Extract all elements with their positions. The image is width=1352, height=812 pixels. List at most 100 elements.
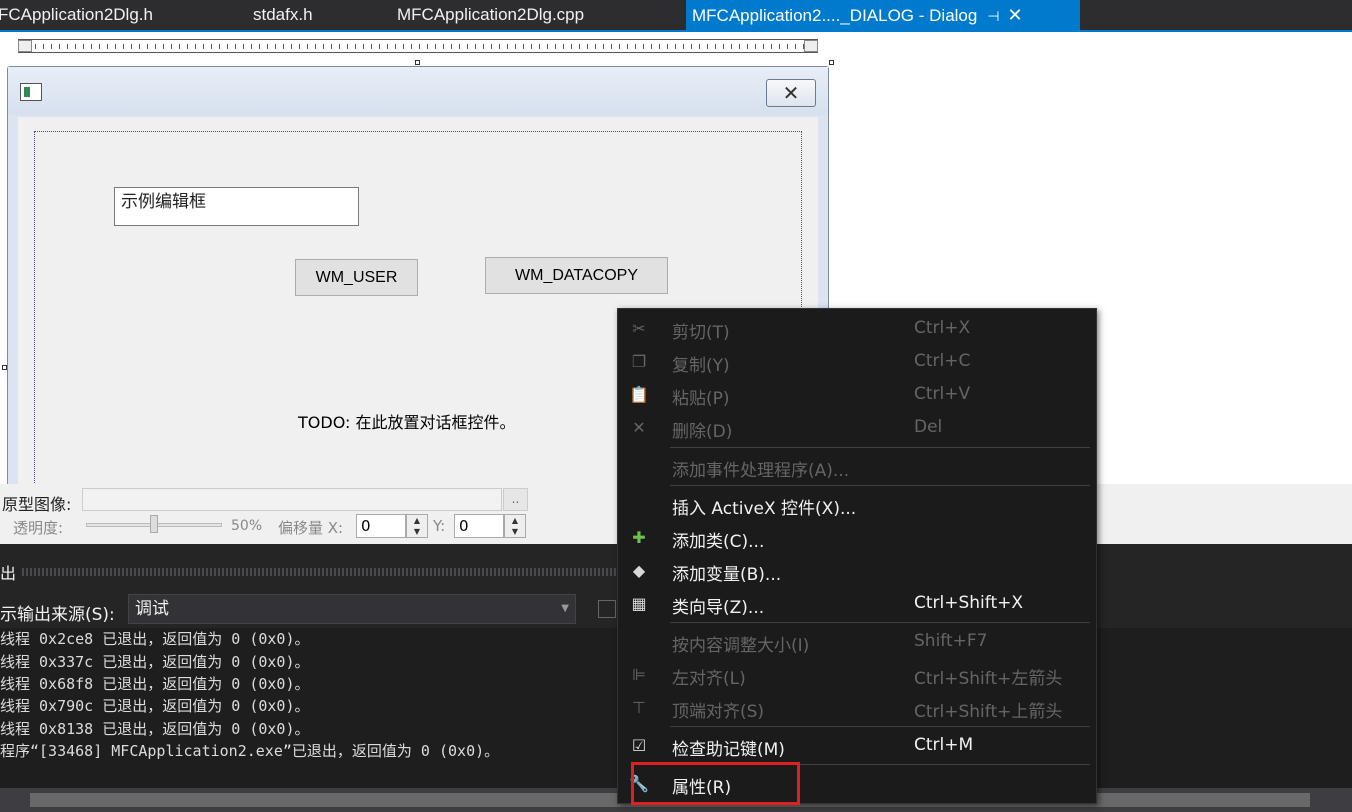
menu-item-size-to-content[interactable]: 按内容调整大小(I) Shift+F7 xyxy=(618,626,1096,656)
menu-separator xyxy=(670,622,1090,623)
opacity-slider-thumb[interactable] xyxy=(150,515,158,533)
menu-separator xyxy=(670,485,1090,486)
menu-item-add-variable[interactable]: ◆ 添加变量(B)... xyxy=(618,555,1096,585)
tab-dialog-resource[interactable]: MFCApplication2...._DIALOG - Dialog ⊣ ✕ xyxy=(686,0,1080,30)
output-line: 线程 0x2ce8 已退出，返回值为 0 (0x0)。 xyxy=(0,630,310,648)
spin-down-icon[interactable]: ▼ xyxy=(505,526,525,537)
menu-item-paste[interactable]: 📋 粘贴(P) Ctrl+V xyxy=(618,379,1096,409)
close-icon[interactable]: ✕ xyxy=(1008,0,1023,30)
menu-item-check-mnemonics[interactable]: ☑ 检查助记键(M) Ctrl+M xyxy=(618,730,1096,760)
pin-icon[interactable]: ⊣ xyxy=(987,1,999,31)
offset-x-spinner[interactable]: ▲ ▼ xyxy=(406,514,428,538)
tab-label: MFCApplication2...._DIALOG - Dialog xyxy=(692,6,978,25)
menu-item-label: 顶端对齐(S) xyxy=(672,702,765,722)
paste-icon: 📋 xyxy=(629,385,649,404)
prototype-image-label: 原型图像: xyxy=(2,495,72,514)
spin-up-icon[interactable]: ▲ xyxy=(407,515,427,526)
menu-item-shortcut: Del xyxy=(914,417,943,437)
menu-item-label: 插入 ActiveX 控件(X)... xyxy=(672,499,857,519)
properties-highlight-box xyxy=(631,762,800,805)
menu-item-shortcut: Ctrl+Shift+上箭头 xyxy=(914,702,1063,722)
dialog-titlebar: ✕ xyxy=(8,67,828,115)
menu-item-label: 类向导(Z)... xyxy=(672,598,765,618)
menu-item-label: 粘贴(P) xyxy=(672,389,730,409)
menu-item-label: 检查助记键(M) xyxy=(672,740,785,760)
opacity-value: 50% xyxy=(231,518,263,534)
delete-icon: ✕ xyxy=(632,418,646,437)
offset-x-input[interactable]: 0 xyxy=(356,514,406,538)
menu-item-align-top[interactable]: ⊤ 顶端对齐(S) Ctrl+Shift+上箭头 xyxy=(618,692,1096,722)
resize-handle-top[interactable] xyxy=(415,60,420,65)
menu-item-class-wizard[interactable]: ▦ 类向导(Z)... Ctrl+Shift+X xyxy=(618,588,1096,618)
menu-item-add-class[interactable]: ✚ 添加类(C)... xyxy=(618,522,1096,552)
copy-icon: ❐ xyxy=(631,352,647,371)
menu-item-align-left[interactable]: ⊫ 左对齐(L) Ctrl+Shift+左箭头 xyxy=(618,659,1096,689)
tab-label: FCApplication2Dlg.h xyxy=(0,5,153,24)
menu-item-copy[interactable]: ❐ 复制(Y) Ctrl+C xyxy=(618,346,1096,376)
menu-item-shortcut: Ctrl+C xyxy=(914,351,971,371)
menu-item-shortcut: Ctrl+Shift+左箭头 xyxy=(914,669,1063,689)
menu-separator xyxy=(670,726,1090,727)
menu-item-shortcut: Ctrl+M xyxy=(914,735,974,755)
window-icon xyxy=(20,83,42,101)
spin-down-icon[interactable]: ▼ xyxy=(407,526,427,537)
output-line: 线程 0x337c 已退出，返回值为 0 (0x0)。 xyxy=(0,653,310,671)
menu-item-insert-activex[interactable]: 插入 ActiveX 控件(X)... xyxy=(618,489,1096,519)
find-message-icon[interactable] xyxy=(598,600,616,618)
prototype-image-path-field[interactable] xyxy=(82,488,502,511)
spin-up-icon[interactable]: ▲ xyxy=(505,515,525,526)
todo-static-text[interactable]: TODO: 在此放置对话框控件。 xyxy=(298,409,515,433)
menu-item-label: 复制(Y) xyxy=(672,356,730,376)
context-menu: ✂ 剪切(T) Ctrl+X ❐ 复制(Y) Ctrl+C 📋 粘贴(P) Ct… xyxy=(617,308,1097,804)
chevron-down-icon: ▼ xyxy=(561,603,569,614)
wm-user-button[interactable]: WM_USER xyxy=(295,259,418,296)
tab-dlg-cpp[interactable]: MFCApplication2Dlg.cpp xyxy=(397,0,584,30)
output-source-select[interactable]: 调试 ▼ xyxy=(128,594,576,624)
menu-item-label: 剪切(T) xyxy=(672,323,730,343)
output-line: 线程 0x8138 已退出，返回值为 0 (0x0)。 xyxy=(0,720,310,738)
menu-item-label: 按内容调整大小(I) xyxy=(672,636,810,656)
menu-item-label: 添加事件处理程序(A)... xyxy=(672,461,850,481)
add-variable-icon: ◆ xyxy=(632,561,646,580)
menu-item-shortcut: Ctrl+V xyxy=(914,384,971,404)
prototype-browse-button[interactable]: .. xyxy=(503,488,528,511)
close-icon[interactable]: ✕ xyxy=(766,79,816,107)
check-mnemonics-icon: ☑ xyxy=(631,736,647,755)
output-line: 线程 0x68f8 已退出，返回值为 0 (0x0)。 xyxy=(0,675,310,693)
align-left-icon: ⊫ xyxy=(632,665,646,684)
menu-item-shortcut: Ctrl+X xyxy=(914,318,971,338)
resize-handle-top-right[interactable] xyxy=(829,60,834,65)
menu-item-shortcut: Shift+F7 xyxy=(914,631,988,651)
designer-ruler xyxy=(18,39,818,53)
tab-stdafx[interactable]: stdafx.h xyxy=(253,0,313,30)
offset-y-input[interactable]: 0 xyxy=(454,514,504,538)
offset-y-label: Y: xyxy=(433,517,446,535)
offset-y-spinner[interactable]: ▲ ▼ xyxy=(504,514,526,538)
output-panel-title: 出 xyxy=(0,564,17,583)
ruler-ticks xyxy=(19,44,817,49)
align-top-icon: ⊤ xyxy=(632,698,646,717)
tab-label: MFCApplication2Dlg.cpp xyxy=(397,5,585,24)
menu-item-label: 添加变量(B)... xyxy=(672,565,782,585)
output-line: 程序“[33468] MFCApplication2.exe”已退出，返回值为 … xyxy=(0,742,500,760)
menu-item-cut[interactable]: ✂ 剪切(T) Ctrl+X xyxy=(618,313,1096,343)
menu-item-add-event-handler[interactable]: 添加事件处理程序(A)... xyxy=(618,451,1096,481)
sample-edit-box[interactable]: 示例编辑框 xyxy=(114,187,359,226)
opacity-label: 透明度: xyxy=(13,519,64,537)
menu-item-label: 左对齐(L) xyxy=(672,669,746,689)
class-wizard-icon: ▦ xyxy=(631,594,647,613)
menu-item-label: 删除(D) xyxy=(672,422,733,442)
offset-x-label: 偏移量 X: xyxy=(278,519,344,537)
menu-item-delete[interactable]: ✕ 删除(D) Del xyxy=(618,412,1096,442)
add-class-icon: ✚ xyxy=(632,528,646,547)
scissors-icon: ✂ xyxy=(632,319,646,338)
tab-dlg-header[interactable]: FCApplication2Dlg.h xyxy=(0,0,153,30)
wm-datacopy-button[interactable]: WM_DATACOPY xyxy=(485,257,668,294)
output-source-label: 示输出来源(S): xyxy=(0,605,115,625)
menu-item-shortcut: Ctrl+Shift+X xyxy=(914,593,1024,613)
output-source-value: 调试 xyxy=(135,599,169,619)
ruler-start-marker[interactable] xyxy=(18,40,32,52)
panel-grip[interactable] xyxy=(22,568,622,576)
menu-separator xyxy=(670,447,1090,448)
ruler-end-marker[interactable] xyxy=(804,40,818,52)
